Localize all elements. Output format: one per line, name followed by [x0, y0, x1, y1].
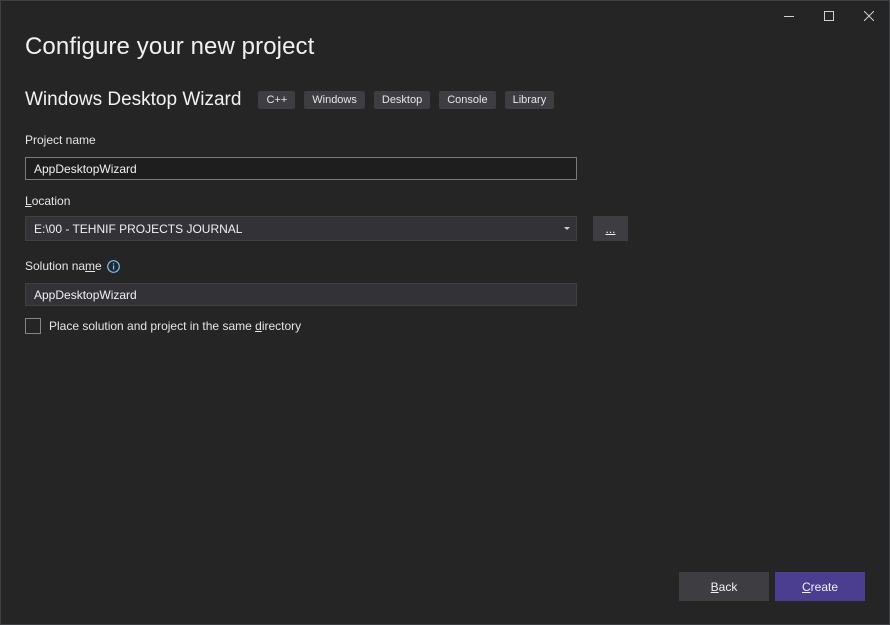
same-directory-label: Place solution and project in the same d… [49, 319, 302, 333]
page-title: Configure your new project [25, 33, 315, 60]
maximize-button[interactable] [809, 1, 849, 31]
close-button[interactable] [849, 1, 889, 31]
location-dropdown[interactable]: E:\00 - TEHNIF PROJECTS JOURNAL [25, 216, 577, 241]
chevron-down-icon [558, 226, 576, 231]
window-controls [769, 1, 889, 31]
browse-location-button[interactable]: ... [593, 216, 628, 241]
close-icon [864, 11, 874, 21]
tag-windows: Windows [304, 91, 365, 109]
location-label: Location [25, 194, 71, 208]
solution-name-label: Solution name [25, 259, 120, 274]
info-icon[interactable] [106, 260, 120, 274]
location-value: E:\00 - TEHNIF PROJECTS JOURNAL [34, 221, 243, 236]
same-directory-option[interactable]: Place solution and project in the same d… [25, 318, 301, 334]
project-name-label: Project name [25, 133, 96, 147]
template-tags: C++ Windows Desktop Console Library [258, 91, 555, 109]
back-button[interactable]: Back [679, 572, 769, 601]
configure-project-window: Configure your new project Windows Deskt… [0, 0, 890, 625]
tag-desktop: Desktop [373, 91, 431, 109]
project-name-input[interactable] [25, 157, 577, 180]
minimize-button[interactable] [769, 1, 809, 31]
minimize-icon [784, 16, 794, 17]
tag-console: Console [439, 91, 496, 109]
solution-name-input[interactable] [25, 283, 577, 306]
tag-cpp: C++ [258, 91, 296, 109]
create-button[interactable]: Create [775, 572, 865, 601]
template-name: Windows Desktop Wizard [25, 89, 242, 110]
same-directory-checkbox[interactable] [25, 318, 41, 334]
tag-library: Library [504, 91, 555, 109]
template-row: Windows Desktop Wizard C++ Windows Deskt… [25, 89, 555, 111]
maximize-icon [824, 11, 834, 21]
